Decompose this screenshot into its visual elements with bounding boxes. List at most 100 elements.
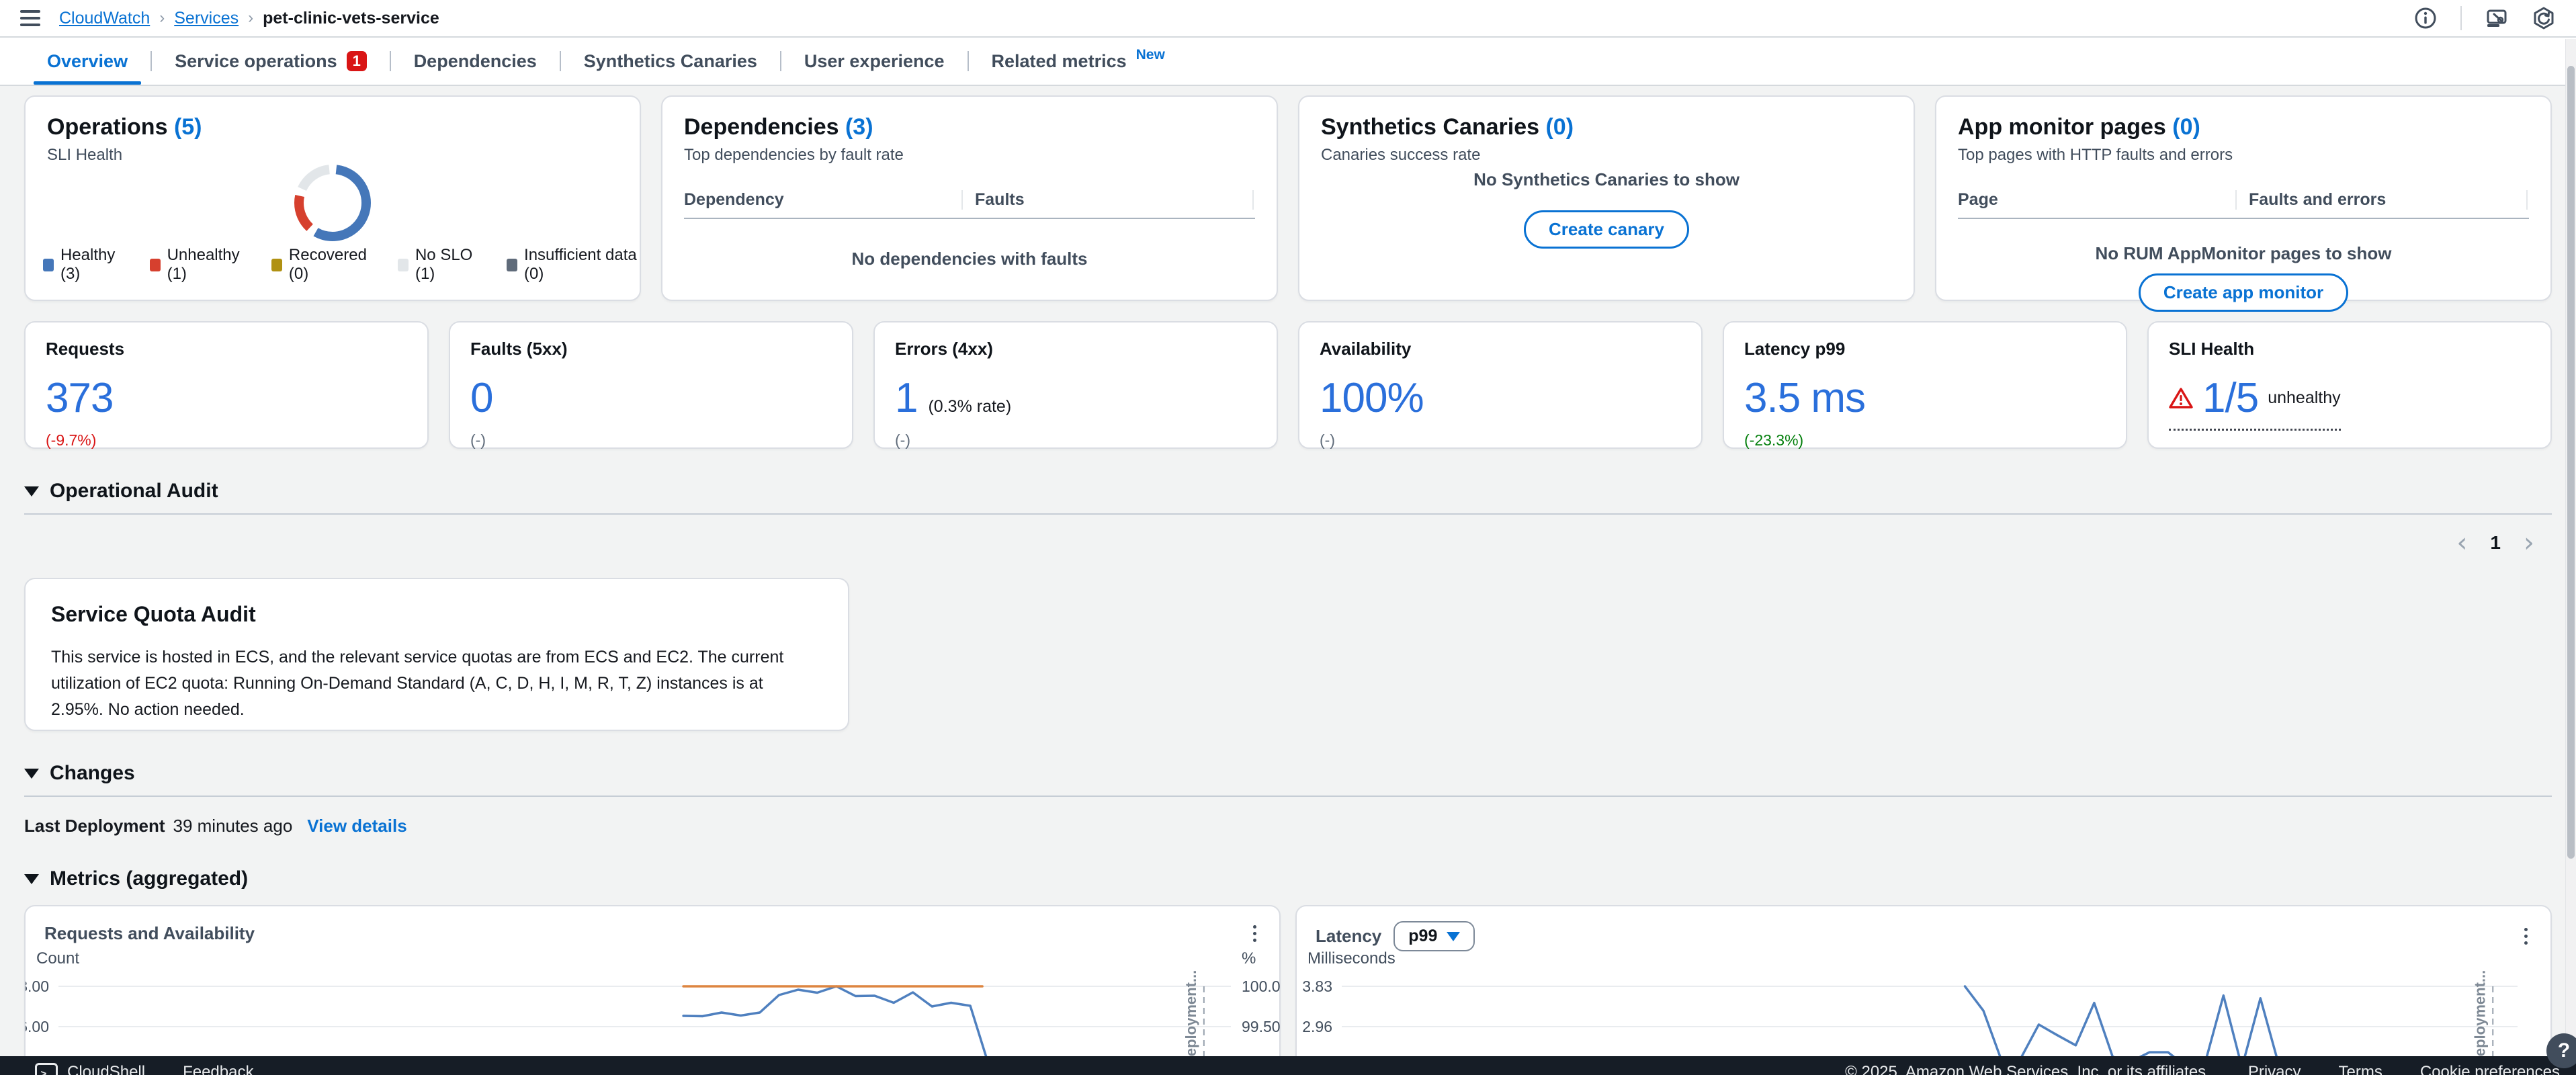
kpi-requests: Requests 373 (-9.7%) (24, 321, 429, 449)
legend-swatch (398, 259, 409, 271)
footer-bar: >_ CloudShell Feedback © 2025, Amazon We… (0, 1056, 2576, 1075)
tools-icon[interactable] (2485, 6, 2509, 30)
column-faults[interactable]: Faults (961, 190, 1252, 210)
section-divider (24, 796, 2552, 797)
feedback-link[interactable]: Feedback (183, 1063, 253, 1075)
operations-count[interactable]: (5) (174, 114, 202, 140)
alert-count-badge: 1 (347, 51, 367, 71)
tab-bar: Overview Service operations 1 Dependenci… (0, 38, 2576, 86)
svg-text:28.00: 28.00 (26, 978, 49, 995)
chart-menu-icon[interactable] (1249, 921, 1260, 946)
kpi-availability: Availability 100% (-) (1298, 321, 1703, 449)
tab-related-metrics[interactable]: Related metrics New (969, 38, 1188, 85)
tab-label: User experience (804, 51, 945, 72)
chart-title: Requests and Availability (44, 923, 255, 944)
kpi-change: (-) (1320, 431, 1681, 449)
previous-page-icon[interactable]: ‹ (2456, 533, 2467, 552)
chart-menu-icon[interactable] (2520, 924, 2532, 949)
requests-availability-chart-card: Requests and Availability Count28.0016.0… (24, 905, 1281, 1075)
chevron-right-icon: › (248, 9, 253, 28)
create-app-monitor-button[interactable]: Create app monitor (2139, 273, 2348, 312)
toolbar-divider (2460, 6, 2462, 30)
tab-overview[interactable]: Overview (24, 38, 151, 85)
info-icon[interactable] (2413, 6, 2438, 30)
operations-card: Operations (5) SLI Health Healthy (3) Un… (24, 95, 641, 301)
legend-item[interactable]: Insufficient data (0) (507, 246, 640, 284)
section-divider (24, 513, 2552, 515)
kpi-change: (-9.7%) (46, 431, 407, 449)
breadcrumb: CloudWatch › Services › pet-clinic-vets-… (59, 9, 439, 28)
operational-audit-section-toggle[interactable]: Operational Audit (24, 480, 2552, 503)
tab-synthetics-canaries[interactable]: Synthetics Canaries (561, 38, 780, 85)
help-button[interactable]: ? (2546, 1033, 2576, 1068)
dependencies-count[interactable]: (3) (845, 114, 873, 140)
tab-dependencies[interactable]: Dependencies (391, 38, 560, 85)
legend-item[interactable]: No SLO (1) (398, 246, 484, 284)
tab-user-experience[interactable]: User experience (781, 38, 968, 85)
synthetics-count[interactable]: (0) (1545, 114, 1574, 140)
next-page-icon[interactable]: › (2524, 533, 2534, 552)
svg-text:16.00: 16.00 (26, 1018, 49, 1035)
kpi-value: 100% (1320, 374, 1424, 422)
cloudwatch-service-page: CloudWatch › Services › pet-clinic-vets-… (0, 0, 2576, 1075)
breadcrumb-current-service: pet-clinic-vets-service (263, 9, 439, 28)
kpi-change: (-) (470, 431, 832, 449)
sli-health-donut-chart[interactable] (291, 161, 374, 248)
dependencies-table-header: Dependency Faults (684, 190, 1255, 219)
privacy-link[interactable]: Privacy (2248, 1063, 2301, 1075)
page-number[interactable]: 1 (2490, 532, 2501, 554)
chevron-right-icon: › (159, 9, 165, 28)
app-monitor-card-subtitle: Top pages with HTTP faults and errors (1958, 146, 2529, 165)
cloudshell-terminal-icon: >_ (35, 1063, 58, 1075)
create-canary-button[interactable]: Create canary (1524, 210, 1689, 249)
tab-service-operations[interactable]: Service operations 1 (152, 38, 390, 85)
scrollbar-thumb[interactable] (2567, 66, 2575, 859)
synthetics-empty-message: No Synthetics Canaries to show (1299, 169, 1914, 190)
donut-legend: Healthy (3) Unhealthy (1) Recovered (0) … (43, 246, 640, 284)
kpi-label: Latency p99 (1744, 339, 2106, 359)
svg-text:3.83: 3.83 (1302, 978, 1332, 995)
app-monitor-count[interactable]: (0) (2172, 114, 2200, 140)
changes-section-toggle[interactable]: Changes (24, 762, 2552, 785)
legend-item[interactable]: Unhealthy (1) (150, 246, 249, 284)
kpi-value: 3.5 ms (1744, 374, 1865, 422)
last-deployment-time: 39 minutes ago (173, 816, 293, 836)
vertical-scrollbar[interactable] (2565, 39, 2576, 1075)
column-dependency[interactable]: Dependency (684, 190, 961, 210)
kpi-latency-p99: Latency p99 3.5 ms (-23.3%) (1723, 321, 2127, 449)
legend-item[interactable]: Healthy (3) (43, 246, 127, 284)
app-monitor-card-title: App monitor pages (0) (1958, 114, 2529, 140)
collapse-triangle-icon (24, 874, 39, 884)
dropdown-value: p99 (1408, 927, 1437, 946)
svg-text:Deployment...: Deployment... (2471, 970, 2488, 1067)
view-details-link[interactable]: View details (307, 816, 406, 836)
cloudshell-button[interactable]: >_ CloudShell (35, 1063, 145, 1075)
kpi-value: 1/5 (2202, 374, 2258, 422)
section-title: Operational Audit (50, 480, 218, 503)
settings-hexagon-icon[interactable] (2532, 6, 2556, 30)
svg-text:%: % (1242, 949, 1256, 968)
legend-item[interactable]: Recovered (0) (271, 246, 375, 284)
column-page[interactable]: Page (1958, 190, 2235, 210)
quota-audit-body: This service is hosted in ECS, and the r… (51, 644, 817, 722)
breadcrumb-cloudwatch[interactable]: CloudWatch (59, 9, 150, 28)
svg-text:100.00: 100.00 (1242, 978, 1281, 995)
operations-card-title: Operations (5) (47, 114, 618, 140)
app-monitor-pages-card: App monitor pages (0) Top pages with HTT… (1935, 95, 2552, 301)
menu-icon[interactable] (20, 10, 40, 26)
chart-title: Latency (1316, 926, 1381, 947)
kpi-label: Errors (4xx) (895, 339, 1256, 359)
terms-link[interactable]: Terms (2339, 1063, 2382, 1075)
tab-label: Related metrics (992, 51, 1127, 72)
kpi-value: 373 (46, 374, 113, 422)
column-faults-errors[interactable]: Faults and errors (2235, 190, 2526, 210)
metrics-section-toggle[interactable]: Metrics (aggregated) (24, 867, 2552, 890)
sli-health-value[interactable]: 1/5 unhealthy (2169, 374, 2341, 431)
cookie-preferences-link[interactable]: Cookie preferences (2420, 1063, 2560, 1075)
dependencies-card-title: Dependencies (3) (684, 114, 1255, 140)
synthetics-card-subtitle: Canaries success rate (1321, 146, 1892, 165)
legend-swatch (43, 259, 54, 271)
tab-label: Synthetics Canaries (584, 51, 757, 72)
audit-pagination: ‹ 1 › (24, 532, 2552, 554)
breadcrumb-services[interactable]: Services (174, 9, 239, 28)
